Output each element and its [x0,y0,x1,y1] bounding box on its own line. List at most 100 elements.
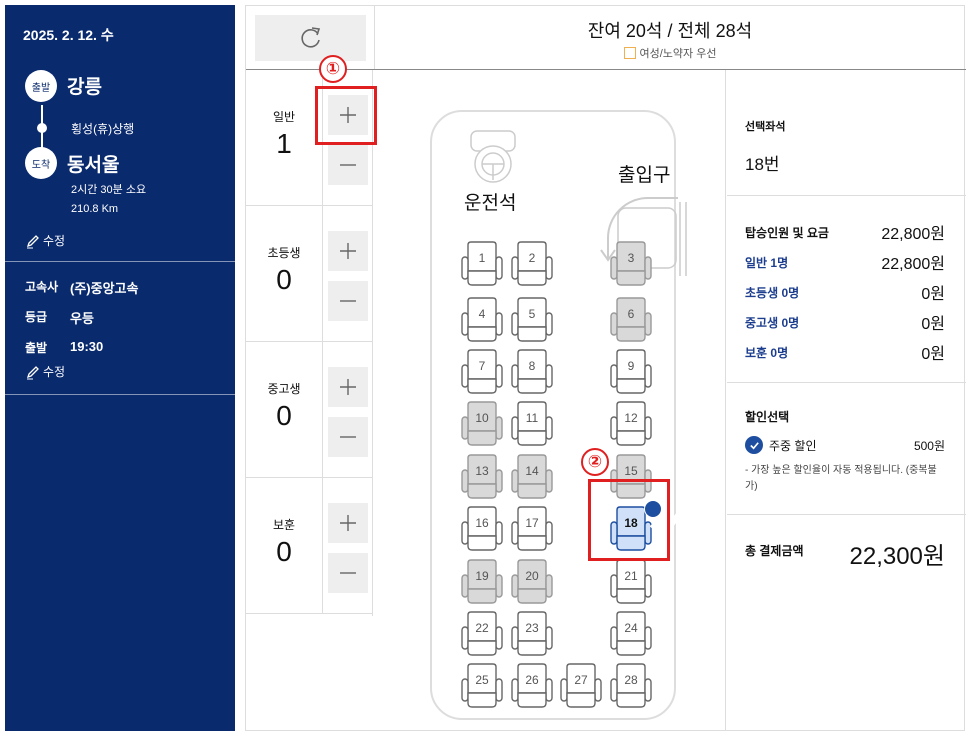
edit-bus-link[interactable]: 수정 [25,363,65,380]
counter-value: 0 [276,264,292,295]
seat-16[interactable]: 16 [461,506,503,552]
fare-row-middle-high: 중고생 0명 0원 [745,310,945,334]
seat-1[interactable]: 1 [461,241,503,287]
trip-sidebar: 2025. 2. 12. 수 출발 강릉 횡성(휴)상행 도착 동서울 2시간 … [5,5,235,731]
seat-3: 3 [610,241,652,287]
callout-2-highlight [588,479,670,561]
elementary-plus-button[interactable] [328,231,368,271]
seat-12[interactable]: 12 [610,401,652,447]
refresh-button[interactable] [255,15,366,61]
total-value: 22,300원 [849,543,946,570]
callout-2-marker: ② [581,448,609,476]
general-minus-button[interactable] [328,145,368,185]
counter-value: 1 [276,128,292,159]
seat-number: 24 [624,621,638,635]
departure-badge: 출발 [25,70,57,102]
seat-number: 9 [627,359,635,373]
minus-icon [340,572,356,574]
entrance-label: 출입구 [618,165,671,186]
total-label: 총 결제금액 [745,544,804,558]
fare-row-value: 22,800원 [881,256,945,273]
counter-label: 일반 [272,110,296,124]
fare-row-value: 0원 [921,316,945,333]
seat-number: 10 [475,411,489,425]
summary-divider [727,195,966,196]
counter-divider [322,478,323,614]
edit-route-label: 수정 [43,234,66,248]
seat-number: 7 [478,359,486,373]
seat-25[interactable]: 25 [461,663,503,709]
veteran-plus-button[interactable] [328,503,368,543]
seat-selection-panel: 잔여 20석 / 전체 28석 여성/노약자 우선 일반 1 초등생 0 중고생… [245,5,966,731]
seat-2[interactable]: 2 [511,241,553,287]
via-dot [37,123,47,133]
fare-total: 22,800원 [881,226,945,243]
seat-number: 2 [528,251,536,265]
seat-10: 10 [461,401,503,447]
plus-icon [340,515,356,531]
seat-17[interactable]: 17 [511,506,553,552]
edit-route-link[interactable]: 수정 [25,232,65,249]
seat-5[interactable]: 5 [511,297,553,343]
middle-high-plus-button[interactable] [328,367,368,407]
seat-28[interactable]: 28 [610,663,652,709]
seat-number: 26 [525,673,539,687]
arrival-city: 동서울 [67,155,120,176]
check-circle-icon[interactable] [745,436,763,454]
seat-9[interactable]: 9 [610,349,652,395]
seat-number: 6 [627,307,635,321]
seat-27[interactable]: 27 [560,663,602,709]
seat-13: 13 [461,454,503,500]
minus-icon [340,164,356,166]
veteran-minus-button[interactable] [328,553,368,593]
seat-number: 15 [624,464,638,478]
elementary-minus-button[interactable] [328,281,368,321]
fare-row-value: 0원 [921,286,945,303]
seat-count-title: 잔여 20석 / 전체 28석 [587,21,753,41]
minus-icon [340,300,356,302]
trip-date: 2025. 2. 12. 수 [23,27,114,43]
seat-19: 19 [461,559,503,605]
seat-number: 22 [475,621,489,635]
seat-11[interactable]: 11 [511,401,553,447]
seat-4[interactable]: 4 [461,297,503,343]
company-value: (주)중앙고속 [70,281,139,296]
discount-amount: 500원 [913,438,945,453]
priority-square-icon [623,47,636,59]
bus-seat-map: 운전석 출입구 1 2 3 4 5 6 7 8 9 10 11 12 13 14 15 16 17 18 19 20 2… [374,70,726,731]
depart-key: 출발 [25,341,48,355]
seat-24[interactable]: 24 [610,611,652,657]
counter-divider [322,206,323,342]
seat-8[interactable]: 8 [511,349,553,395]
steering-wheel-icon [470,130,516,183]
counter-middle-high: 중고생 0 [246,342,373,478]
seat-26[interactable]: 26 [511,663,553,709]
app-root: 2025. 2. 12. 수 출발 강릉 횡성(휴)상행 도착 동서울 2시간 … [0,0,970,731]
discount-option[interactable]: 주중 할인 500원 [745,436,945,454]
seat-21[interactable]: 21 [610,559,652,605]
seat-7[interactable]: 7 [461,349,503,395]
seat-number: 20 [525,569,539,583]
seat-number: 17 [525,516,539,530]
grade-row: 등급 우등 [25,308,94,327]
counter-elementary: 초등생 0 [246,206,373,342]
company-row: 고속사 (주)중앙고속 [25,278,138,297]
fare-title: 탑승인원 및 요금 [745,225,829,240]
seat-number: 23 [525,621,539,635]
depart-time: 19:30 [70,339,104,354]
seat-23[interactable]: 23 [511,611,553,657]
seat-22[interactable]: 22 [461,611,503,657]
fare-row-label: 일반 1명 [745,255,789,270]
counter-label: 초등생 [267,246,301,260]
refresh-icon [300,27,320,48]
seat-number: 4 [478,307,486,321]
seat-14: 14 [511,454,553,500]
fare-row-label: 중고생 0명 [745,315,800,330]
fare-row-value: 0원 [921,346,945,363]
plus-icon [340,379,356,395]
middle-high-minus-button[interactable] [328,417,368,457]
sidebar-divider [5,394,235,395]
seat-number: 14 [525,464,539,478]
seat-number: 27 [574,673,588,687]
seat-6: 6 [610,297,652,343]
